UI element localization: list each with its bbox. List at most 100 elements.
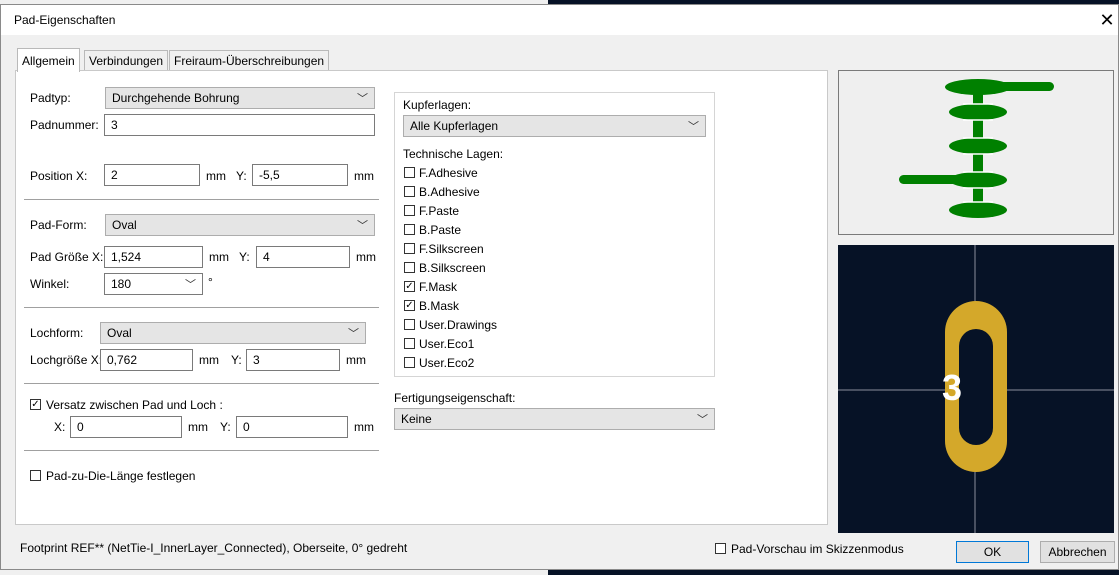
layer-label: B.Paste: [419, 223, 462, 237]
lochsize-y-label: Y:: [231, 353, 242, 367]
layer-label: B.Adhesive: [419, 185, 480, 199]
lochsize-y-unit: mm: [346, 353, 366, 367]
offset-x-unit: mm: [188, 420, 208, 434]
layer-label: F.Adhesive: [419, 166, 478, 180]
offset-x-input[interactable]: 0: [70, 416, 182, 438]
winkel-unit: °: [208, 275, 213, 289]
layer-checkbox[interactable]: [404, 357, 415, 368]
winkel-value: 180: [111, 277, 132, 291]
chevron-down-icon: ﹀: [348, 328, 359, 340]
lochsize-y-input[interactable]: 3: [246, 349, 340, 371]
pad-die-checkbox[interactable]: [30, 470, 41, 481]
tab-verbindungen[interactable]: Verbindungen: [84, 50, 169, 70]
lochsize-x-input[interactable]: 0,762: [100, 349, 193, 371]
layer-checkbox[interactable]: [404, 243, 415, 254]
status-text: Footprint REF** (NetTie-I_InnerLayer_Con…: [20, 541, 408, 555]
sketch-mode-label: Pad-Vorschau im Skizzenmodus: [731, 542, 904, 556]
position-y-input[interactable]: -5,5: [252, 164, 348, 186]
fab-select[interactable]: Keine ﹀: [394, 408, 715, 430]
separator: [24, 450, 379, 451]
padsize-y-input[interactable]: 4: [256, 246, 350, 268]
pad-render-preview: 3: [838, 245, 1114, 533]
offset-x-label: X:: [54, 420, 66, 434]
padtyp-select[interactable]: Durchgehende Bohrung ﹀: [105, 87, 375, 109]
position-y-label: Y:: [236, 169, 247, 183]
dialog-title: Pad-Eigenschaften: [14, 13, 116, 27]
offset-checkbox[interactable]: ✓: [30, 399, 41, 410]
fab-value: Keine: [401, 412, 432, 426]
layer-checkbox[interactable]: [404, 262, 415, 273]
layer-label: B.Silkscreen: [419, 261, 486, 275]
layer-checkbox[interactable]: [404, 167, 415, 178]
ok-button[interactable]: OK: [956, 541, 1029, 563]
layer-checkbox[interactable]: [404, 205, 415, 216]
fab-label: Fertigungseigenschaft:: [394, 391, 516, 405]
cancel-button[interactable]: Abbrechen: [1040, 541, 1115, 563]
padsize-x-input[interactable]: 1,524: [104, 246, 203, 268]
lochform-value: Oval: [107, 326, 132, 340]
lochsize-x-unit: mm: [199, 353, 219, 367]
chevron-down-icon: ﹀: [185, 279, 196, 291]
padnummer-label: Padnummer:: [30, 118, 99, 132]
layer-label: B.Mask: [419, 299, 460, 313]
winkel-label: Winkel:: [30, 277, 70, 291]
padsize-x-label: Pad Größe X:: [30, 250, 104, 264]
tab-freiraum[interactable]: Freiraum-Überschreibungen: [169, 50, 330, 70]
pad-die-label: Pad-zu-Die-Länge festlegen: [46, 469, 196, 483]
separator: [24, 383, 379, 384]
layer-label: User.Eco1: [419, 337, 475, 351]
chevron-down-icon: ﹀: [697, 414, 708, 426]
tab-allgemein[interactable]: Allgemein: [17, 48, 80, 72]
layer-label: F.Mask: [419, 280, 458, 294]
pad-shape-preview: [838, 70, 1114, 235]
padsize-y-unit: mm: [356, 250, 376, 264]
pad-render-graphic: [838, 245, 1114, 533]
close-icon[interactable]: ✕: [1095, 8, 1119, 32]
offset-label: Versatz zwischen Pad und Loch :: [46, 398, 223, 412]
pad-properties-dialog: Pad-Eigenschaften ✕ Allgemein Verbindung…: [0, 4, 1119, 570]
layer-label: User.Drawings: [419, 318, 498, 332]
layer-checkbox[interactable]: [404, 186, 415, 197]
offset-y-input[interactable]: 0: [236, 416, 348, 438]
layer-checkbox[interactable]: [404, 319, 415, 330]
lochsize-x-label: Lochgröße X:: [30, 353, 103, 367]
padtyp-label: Padtyp:: [30, 91, 71, 105]
tech-layers-label: Technische Lagen:: [403, 147, 504, 161]
layer-checkbox[interactable]: ✓: [404, 300, 415, 311]
copper-select[interactable]: Alle Kupferlagen ﹀: [403, 115, 706, 137]
layer-label: User.Eco2: [419, 356, 475, 370]
position-x-input[interactable]: 2: [104, 164, 200, 186]
sketch-mode-checkbox[interactable]: [715, 543, 726, 554]
lochform-select[interactable]: Oval ﹀: [100, 322, 366, 344]
copper-value: Alle Kupferlagen: [410, 119, 499, 133]
offset-y-label: Y:: [220, 420, 231, 434]
tab-panel-allgemein: Padtyp: Durchgehende Bohrung ﹀ Padnummer:…: [15, 70, 828, 525]
title-bar: Pad-Eigenschaften ✕: [1, 5, 1118, 35]
chevron-down-icon: ﹀: [688, 121, 699, 133]
pad-number-label: 3: [942, 367, 963, 408]
layer-checkbox[interactable]: ✓: [404, 281, 415, 292]
lochform-label: Lochform:: [30, 326, 84, 340]
separator: [24, 307, 379, 308]
padnummer-input[interactable]: 3: [104, 114, 375, 136]
separator: [24, 199, 379, 200]
padform-value: Oval: [112, 218, 137, 232]
layer-checkbox[interactable]: [404, 224, 415, 235]
padtyp-value: Durchgehende Bohrung: [112, 91, 240, 105]
position-x-unit: mm: [206, 169, 226, 183]
offset-y-unit: mm: [354, 420, 374, 434]
padform-select[interactable]: Oval ﹀: [105, 214, 375, 236]
layer-label: F.Paste: [419, 204, 460, 218]
padform-label: Pad-Form:: [30, 218, 87, 232]
pad-shape-graphic: [899, 79, 1054, 218]
chevron-down-icon: ﹀: [357, 220, 368, 232]
copper-label: Kupferlagen:: [403, 98, 472, 112]
padsize-x-unit: mm: [209, 250, 229, 264]
chevron-down-icon: ﹀: [357, 93, 368, 105]
padsize-y-label: Y:: [239, 250, 250, 264]
layer-checkbox[interactable]: [404, 338, 415, 349]
position-x-label: Position X:: [30, 169, 88, 183]
position-y-unit: mm: [354, 169, 374, 183]
layer-label: F.Silkscreen: [419, 242, 484, 256]
winkel-combobox[interactable]: 180 ﹀: [104, 273, 203, 295]
